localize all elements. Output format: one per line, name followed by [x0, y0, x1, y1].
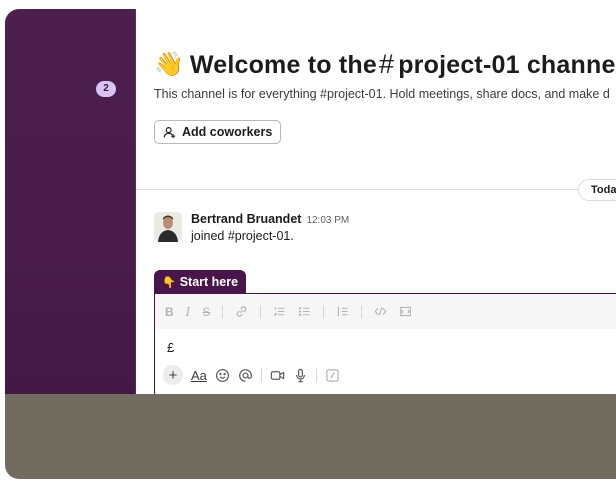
channel-name: project-01 channel: [398, 51, 616, 79]
sidebar: 2: [5, 9, 136, 394]
toolbar-separator: [260, 304, 262, 319]
toolbar-separator: [222, 304, 224, 319]
ordered-list-icon[interactable]: [273, 305, 286, 318]
emoji-icon[interactable]: [215, 368, 230, 383]
bold-icon[interactable]: B: [165, 306, 174, 318]
add-coworkers-label: Add coworkers: [182, 125, 273, 139]
message-item: Bertrand Bruandet 12:03 PM joined #proje…: [154, 212, 349, 243]
page-title: Welcome to the# project-01 channel: [190, 49, 616, 80]
code-icon[interactable]: [374, 305, 387, 318]
code-block-icon[interactable]: [399, 305, 412, 318]
message-timestamp[interactable]: 12:03 PM: [306, 215, 349, 226]
message-composer[interactable]: B I S £ + Aa: [154, 293, 616, 398]
pointing-down-icon: 👇: [162, 276, 176, 289]
add-coworkers-button[interactable]: Add coworkers: [154, 120, 282, 144]
composer-actions: + Aa: [163, 365, 340, 385]
waving-hand-icon: 👋: [154, 50, 184, 78]
italic-icon[interactable]: I: [186, 306, 191, 318]
start-here-tab[interactable]: 👇 Start here: [154, 270, 247, 294]
video-icon[interactable]: [270, 368, 285, 383]
date-pill[interactable]: Toda: [578, 179, 616, 201]
toolbar-separator: [323, 304, 325, 319]
formatting-toggle[interactable]: Aa: [191, 368, 207, 383]
app-window: 2 👋 Welcome to the# project-01 channel Th…: [5, 9, 616, 479]
message-header: Bertrand Bruandet 12:03 PM: [191, 212, 349, 226]
strikethrough-icon[interactable]: S: [202, 306, 210, 318]
title-prefix: Welcome to the: [189, 51, 377, 79]
microphone-icon[interactable]: [293, 368, 308, 383]
mention-icon[interactable]: [238, 368, 253, 383]
start-here-label: Start here: [179, 275, 239, 289]
blockquote-icon[interactable]: [336, 305, 349, 318]
hash-icon: #: [378, 49, 395, 79]
message-body: Bertrand Bruandet 12:03 PM joined #proje…: [191, 212, 349, 243]
message-author[interactable]: Bertrand Bruandet: [191, 212, 301, 226]
avatar[interactable]: [154, 212, 182, 242]
channel-welcome-title: 👋 Welcome to the# project-01 channel: [154, 49, 616, 80]
message-input[interactable]: £: [167, 340, 174, 355]
toolbar-separator: [260, 368, 262, 382]
message-text: joined #project-01.: [191, 229, 294, 243]
channel-view: 👋 Welcome to the# project-01 channel This…: [136, 9, 616, 398]
unread-badge[interactable]: 2: [96, 81, 116, 97]
shortcuts-icon[interactable]: [325, 368, 340, 383]
add-person-icon: [163, 126, 176, 138]
toolbar-separator: [315, 368, 317, 382]
formatting-toolbar: B I S: [155, 294, 616, 329]
bullet-list-icon[interactable]: [298, 305, 311, 318]
toolbar-separator: [361, 304, 363, 319]
channel-description: This channel is for everything #project-…: [154, 87, 610, 101]
plus-icon[interactable]: +: [163, 365, 183, 385]
bottom-strip: [5, 394, 616, 479]
link-icon[interactable]: [235, 305, 248, 318]
date-divider: [136, 189, 616, 190]
